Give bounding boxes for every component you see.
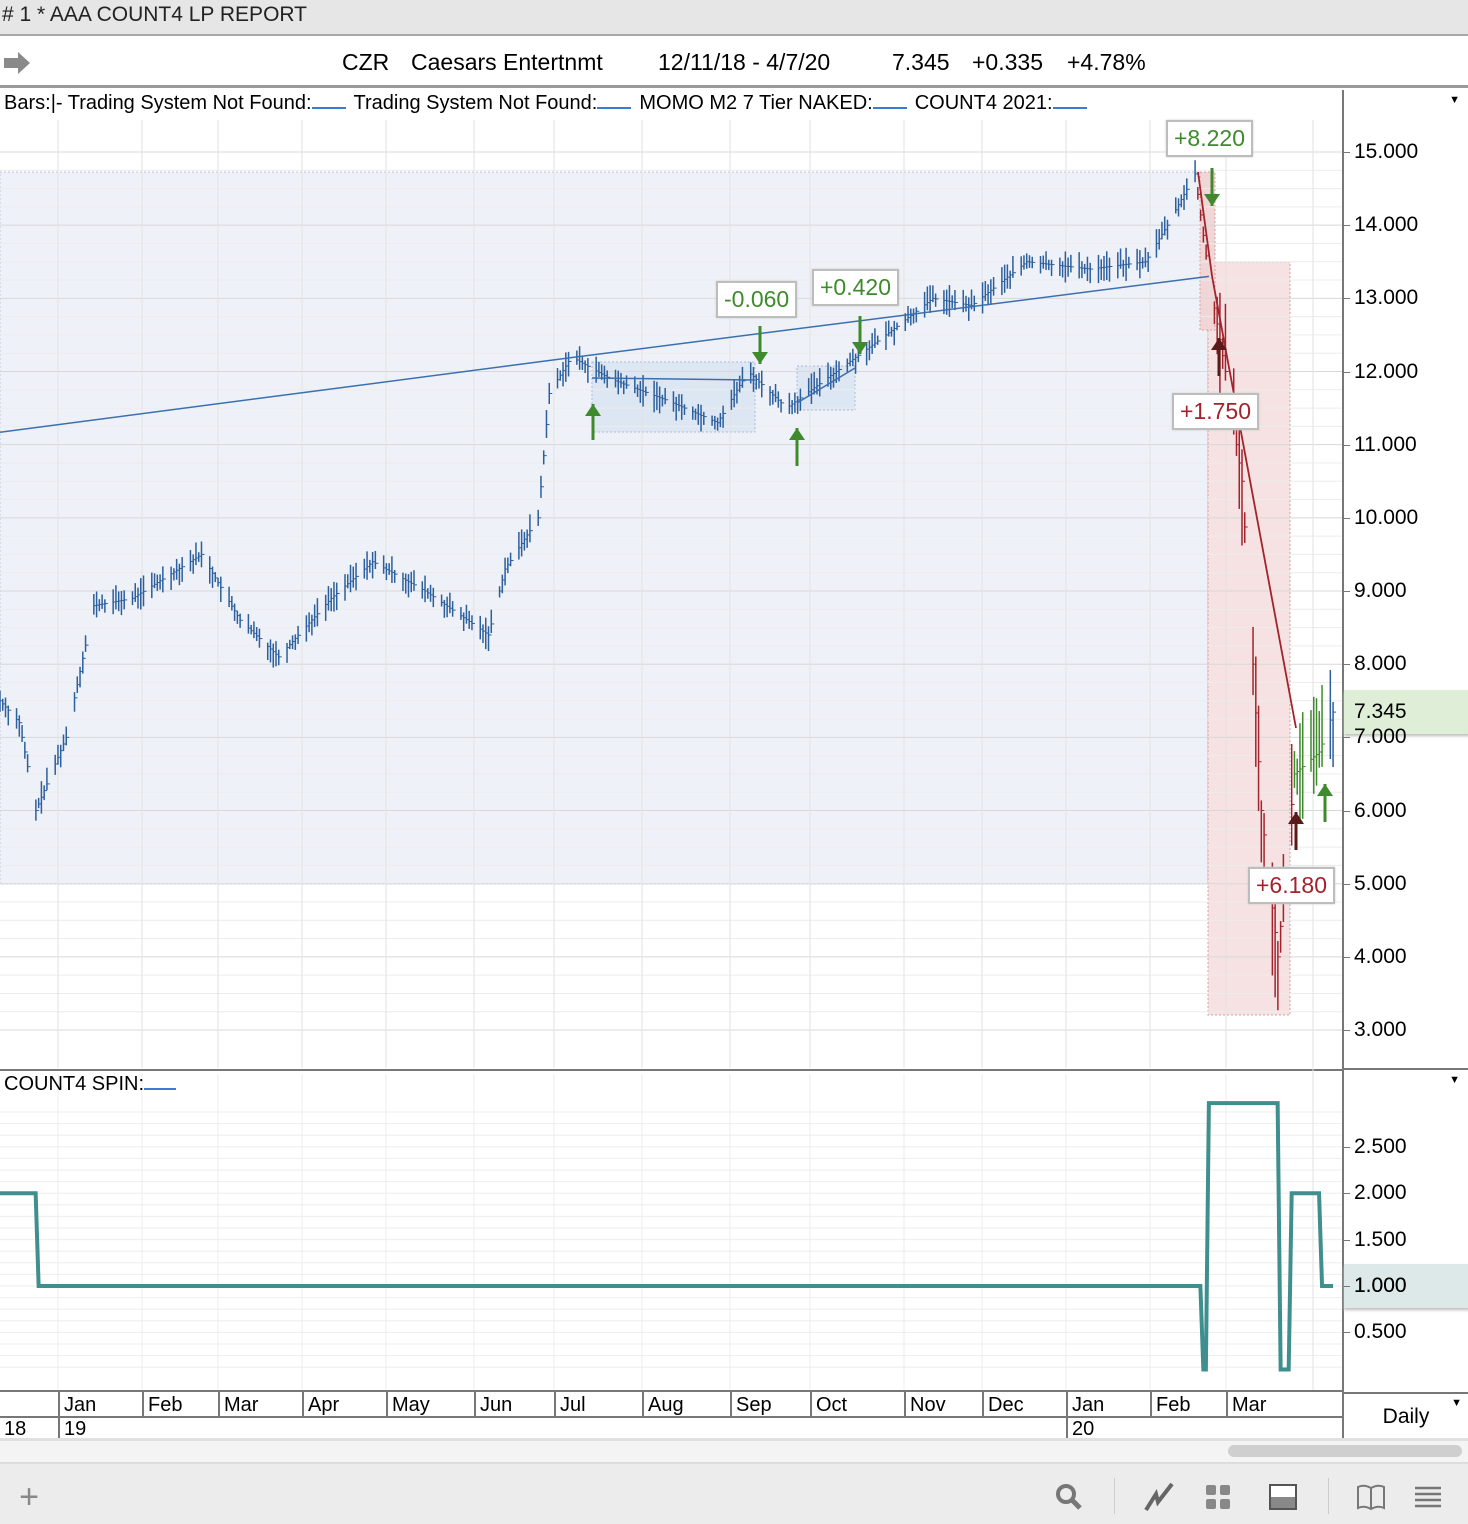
price-tick-label: 3.000: [1354, 1018, 1407, 1042]
last-price-marker: 7.345: [1354, 700, 1407, 723]
price-tick-label: 12.000: [1354, 359, 1419, 383]
axis-tick: [1344, 737, 1350, 739]
axis-tick: [1344, 664, 1350, 666]
price-tick-label: 4.000: [1354, 944, 1407, 968]
horizontal-scrollbar[interactable]: [0, 1438, 1468, 1462]
axis-tick: [1344, 298, 1350, 300]
book-icon[interactable]: [1356, 1482, 1386, 1512]
axis-tick: [1344, 591, 1350, 593]
month-label: Nov: [904, 1392, 946, 1416]
trade-label: -0.060: [716, 281, 798, 318]
trade-label: +6.180: [1248, 867, 1335, 904]
axis-tick: [1344, 371, 1350, 373]
month-label: Aug: [642, 1392, 684, 1416]
spin-tick-label: 1.500: [1354, 1227, 1407, 1251]
lower-legend-label: COUNT4 SPIN:: [4, 1073, 145, 1095]
price-tick-label: 10.000: [1354, 505, 1419, 529]
lower-legend[interactable]: COUNT4 SPIN:: [4, 1073, 177, 1096]
dropdown-arrow-icon[interactable]: ▼: [1449, 94, 1460, 106]
legend-study-2[interactable]: Trading System Not Found:: [354, 92, 598, 114]
axis-tick: [1344, 225, 1350, 227]
month-label: Jan: [58, 1392, 96, 1416]
strategy-region: [0, 171, 1209, 885]
axis-tick: [1344, 444, 1350, 446]
trade-label: +0.420: [812, 269, 899, 306]
grid-layout-icon[interactable]: [1203, 1482, 1233, 1512]
trade-label: +1.750: [1172, 393, 1259, 430]
axis-tick: [1344, 1286, 1350, 1287]
menu-icon[interactable]: [1413, 1482, 1443, 1512]
draw-line-icon[interactable]: [1144, 1482, 1174, 1512]
study-legend[interactable]: Bars:|- Trading System Not Found: Trading…: [4, 92, 1095, 115]
price-tick-label: 5.000: [1354, 871, 1407, 895]
spin-tick-label: 2.000: [1354, 1181, 1407, 1205]
axis-tick: [1344, 1239, 1350, 1241]
month-label: Feb: [142, 1392, 182, 1416]
axis-tick: [1344, 1146, 1350, 1148]
year-label: 20: [1066, 1418, 1094, 1440]
dropdown-arrow-icon[interactable]: ▼: [1449, 1074, 1460, 1086]
search-icon[interactable]: [1054, 1482, 1084, 1512]
axis-tick: [1344, 1332, 1350, 1334]
buy-arrow-icon: [1317, 784, 1333, 796]
legend-bars: Bars:: [4, 92, 51, 114]
period-label: Daily: [1382, 1405, 1430, 1428]
month-label: Jul: [554, 1392, 586, 1416]
axis-tick: [1344, 152, 1350, 153]
price-axis[interactable]: ▼ ▼ 15.000 14.000 13.000 12.000 11.000 10.000…: [1342, 90, 1468, 1392]
month-label: Mar: [218, 1392, 258, 1416]
price-tick-label: 13.000: [1354, 286, 1419, 310]
scrollbar-thumb[interactable]: [1228, 1445, 1462, 1457]
legend-study-3[interactable]: MOMO M2 7 Tier NAKED:: [639, 92, 872, 114]
time-axis[interactable]: Jan Feb Mar Apr May Jun Jul Aug Sep Oct Nov Dec Jan F…: [0, 1390, 1342, 1440]
year-label: 19: [58, 1418, 86, 1440]
legend-study-1[interactable]: |- Trading System Not Found:: [51, 92, 312, 114]
year-label: 18: [4, 1418, 27, 1440]
price-tick-label: 15.000: [1354, 140, 1419, 163]
spin-line: [0, 1101, 1334, 1372]
panel-icon[interactable]: [1268, 1482, 1298, 1512]
axis-tick: [1344, 956, 1350, 958]
bottom-toolbar: +: [0, 1462, 1468, 1524]
month-label: Dec: [982, 1392, 1024, 1416]
month-label: Oct: [810, 1392, 847, 1416]
price-tick-label: 11.000: [1354, 432, 1417, 456]
axis-tick: [1344, 517, 1350, 519]
legend-study-4[interactable]: COUNT4 2021:: [915, 92, 1053, 114]
price-tick-label: 7.000: [1354, 725, 1407, 749]
price-tick-label: 14.000: [1354, 213, 1419, 237]
month-label: Apr: [302, 1392, 339, 1416]
month-label: Jun: [474, 1392, 512, 1416]
dropdown-arrow-icon: ▼: [1451, 1397, 1462, 1409]
axis-tick: [1344, 1030, 1350, 1032]
axis-tick: [1344, 810, 1350, 812]
month-label: May: [386, 1392, 430, 1416]
month-label: Jan: [1066, 1392, 1104, 1416]
price-chart[interactable]: [0, 0, 1342, 1390]
month-label: Mar: [1226, 1392, 1266, 1416]
period-selector[interactable]: Daily ▼: [1342, 1392, 1468, 1438]
month-label: Feb: [1150, 1392, 1190, 1416]
spin-last-marker: 1.000: [1354, 1274, 1407, 1297]
trade-label: +8.220: [1166, 120, 1253, 157]
axis-tick: [1344, 1193, 1350, 1195]
axis-tick: [1344, 883, 1350, 885]
spin-tick-label: 2.500: [1354, 1134, 1407, 1158]
month-label: Sep: [730, 1392, 772, 1416]
price-tick-label: 9.000: [1354, 579, 1407, 603]
price-tick-label: 6.000: [1354, 798, 1407, 822]
price-tick-label: 8.000: [1354, 652, 1407, 676]
spin-tick-label: 0.500: [1354, 1320, 1407, 1344]
add-icon[interactable]: +: [14, 1480, 44, 1514]
